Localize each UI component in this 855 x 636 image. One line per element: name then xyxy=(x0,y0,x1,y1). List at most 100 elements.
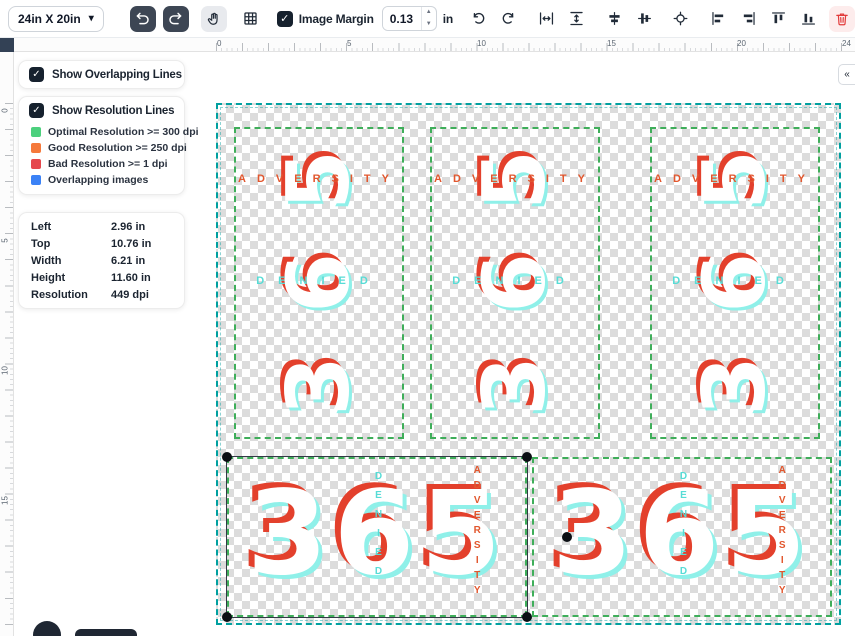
ruler-v-label: 15 xyxy=(1,494,10,508)
align-left-icon xyxy=(710,10,727,27)
margin-value-field: ▲ ▼ xyxy=(382,6,437,31)
align-top-button[interactable] xyxy=(765,6,791,32)
stepper-up-icon[interactable]: ▲ xyxy=(422,7,436,19)
collapse-icon: « xyxy=(844,69,850,80)
sidebar-collapse-button[interactable]: « xyxy=(838,64,855,85)
align-right-icon xyxy=(740,10,757,27)
info-label: Left xyxy=(31,221,111,233)
design-digit: 3 xyxy=(466,338,564,434)
info-label: Width xyxy=(31,255,111,267)
vertical-spacing-icon xyxy=(568,10,585,27)
design-word-adversity: ADVERSITY xyxy=(432,173,598,185)
show-overlapping-lines-checkbox[interactable]: ✓ xyxy=(29,67,44,82)
horizontal-spacing-button[interactable] xyxy=(533,6,559,32)
align-center-horizontal-button[interactable] xyxy=(601,6,627,32)
undo-button[interactable] xyxy=(130,6,156,32)
vertical-spacing-button[interactable] xyxy=(563,6,589,32)
align-top-icon xyxy=(770,10,787,27)
legend-item-overlap: Overlapping images xyxy=(19,172,184,188)
info-value: 10.76 in xyxy=(111,238,151,250)
ruler-h-label: 0 xyxy=(217,39,221,48)
margin-unit-label: in xyxy=(443,12,453,26)
stepper-down-icon[interactable]: ▼ xyxy=(422,19,436,31)
redo-button[interactable] xyxy=(163,6,189,32)
ruler-v-label: 10 xyxy=(1,364,10,378)
design-word-denied: DENIED xyxy=(652,275,818,287)
selection-handle-center[interactable] xyxy=(562,532,572,542)
design-word-denied: DENIED xyxy=(678,471,689,585)
selection-handle-top-right[interactable] xyxy=(522,452,532,462)
resolution-lines-panel: ✓ Show Resolution Lines Optimal Resoluti… xyxy=(18,96,185,195)
design-word-adversity: ADVERSITY xyxy=(652,173,818,185)
info-label: Top xyxy=(31,238,111,250)
info-value: 2.96 in xyxy=(111,221,145,233)
align-bottom-icon xyxy=(800,10,817,27)
align-center-vertical-button[interactable] xyxy=(631,6,657,32)
overlapping-lines-panel: ✓ Show Overlapping Lines xyxy=(18,60,185,89)
grid-toggle-button[interactable] xyxy=(238,6,264,32)
design-tile-4-selected[interactable]: 365 DENIED ADVERSITY xyxy=(227,457,527,617)
info-value: 11.60 in xyxy=(111,272,151,284)
legend-item-good: Good Resolution >= 250 dpi xyxy=(19,140,184,156)
ruler-h-label: 5 xyxy=(347,39,351,48)
design-tile-5[interactable]: 365 DENIED ADVERSITY xyxy=(532,457,832,617)
design-tile-1[interactable]: ADVERSITY DENIED 5 6 3 xyxy=(234,127,404,439)
optimal-resolution-label: Optimal Resolution >= 300 dpi xyxy=(48,126,199,138)
optimal-resolution-swatch xyxy=(31,127,41,137)
align-left-button[interactable] xyxy=(705,6,731,32)
info-row-top: Top 10.76 in xyxy=(19,235,184,252)
info-value: 449 dpi xyxy=(111,289,149,301)
info-row-width: Width 6.21 in xyxy=(19,252,184,269)
rotate-right-button[interactable] xyxy=(495,6,521,32)
design-word-adversity: ADVERSITY xyxy=(236,173,402,185)
selection-handle-top-left[interactable] xyxy=(222,452,232,462)
chevron-down-icon: ▾ xyxy=(89,13,94,24)
hand-icon xyxy=(206,11,222,27)
design-word-adversity: ADVERSITY xyxy=(777,465,788,600)
pan-tool-button[interactable] xyxy=(201,6,227,32)
good-resolution-swatch xyxy=(31,143,41,153)
rotate-right-icon xyxy=(500,10,517,27)
undo-icon xyxy=(134,10,151,27)
info-row-left: Left 2.96 in xyxy=(19,218,184,235)
crosshair-icon xyxy=(672,10,689,27)
good-resolution-label: Good Resolution >= 250 dpi xyxy=(48,142,187,154)
toolbar: 24in X 20in ▾ ✓ Image Margin ▲ ▼ in xyxy=(0,0,855,38)
ruler-h-label: 10 xyxy=(477,39,486,48)
selection-info-panel: Left 2.96 in Top 10.76 in Width 6.21 in … xyxy=(18,212,185,309)
margin-value-input[interactable] xyxy=(383,7,421,30)
delete-button[interactable] xyxy=(829,6,855,32)
design-word-denied: DENIED xyxy=(432,275,598,287)
bottom-action-button[interactable] xyxy=(75,629,137,636)
margin-stepper: ▲ ▼ xyxy=(421,7,436,30)
ruler-h-label: 15 xyxy=(607,39,616,48)
design-digit: 3 xyxy=(270,338,368,434)
rotate-left-button[interactable] xyxy=(465,6,491,32)
overlapping-images-swatch xyxy=(31,175,41,185)
align-center-vertical-icon xyxy=(636,10,653,27)
design-tile-3[interactable]: ADVERSITY DENIED 5 6 3 xyxy=(650,127,820,439)
design-tile-2[interactable]: ADVERSITY DENIED 5 6 3 xyxy=(430,127,600,439)
center-on-sheet-button[interactable] xyxy=(667,6,693,32)
design-word-denied: DENIED xyxy=(373,471,384,585)
redo-icon xyxy=(167,10,184,27)
image-margin-label: Image Margin xyxy=(299,12,374,26)
image-margin-checkbox[interactable]: ✓ xyxy=(277,11,293,27)
info-label: Height xyxy=(31,272,111,284)
overlapping-images-label: Overlapping images xyxy=(48,174,148,186)
align-center-horizontal-icon xyxy=(606,10,623,27)
sheet-size-select[interactable]: 24in X 20in ▾ xyxy=(8,6,104,32)
bad-resolution-swatch xyxy=(31,159,41,169)
ruler-h-label: 20 xyxy=(737,39,746,48)
show-resolution-lines-checkbox[interactable]: ✓ xyxy=(29,103,44,118)
gang-sheet-artboard[interactable]: ADVERSITY DENIED 5 6 3 ADVERSITY DENIED … xyxy=(216,103,841,625)
design-word-adversity: ADVERSITY xyxy=(472,465,483,600)
legend-item-bad: Bad Resolution >= 1 dpi xyxy=(19,156,184,172)
align-bottom-button[interactable] xyxy=(795,6,821,32)
selection-handle-bottom-right[interactable] xyxy=(522,612,532,622)
ruler-v-label: 5 xyxy=(1,234,10,248)
align-right-button[interactable] xyxy=(735,6,761,32)
selection-handle-bottom-left[interactable] xyxy=(222,612,232,622)
ruler-v-label: 0 xyxy=(1,104,10,118)
trash-icon xyxy=(834,11,850,27)
